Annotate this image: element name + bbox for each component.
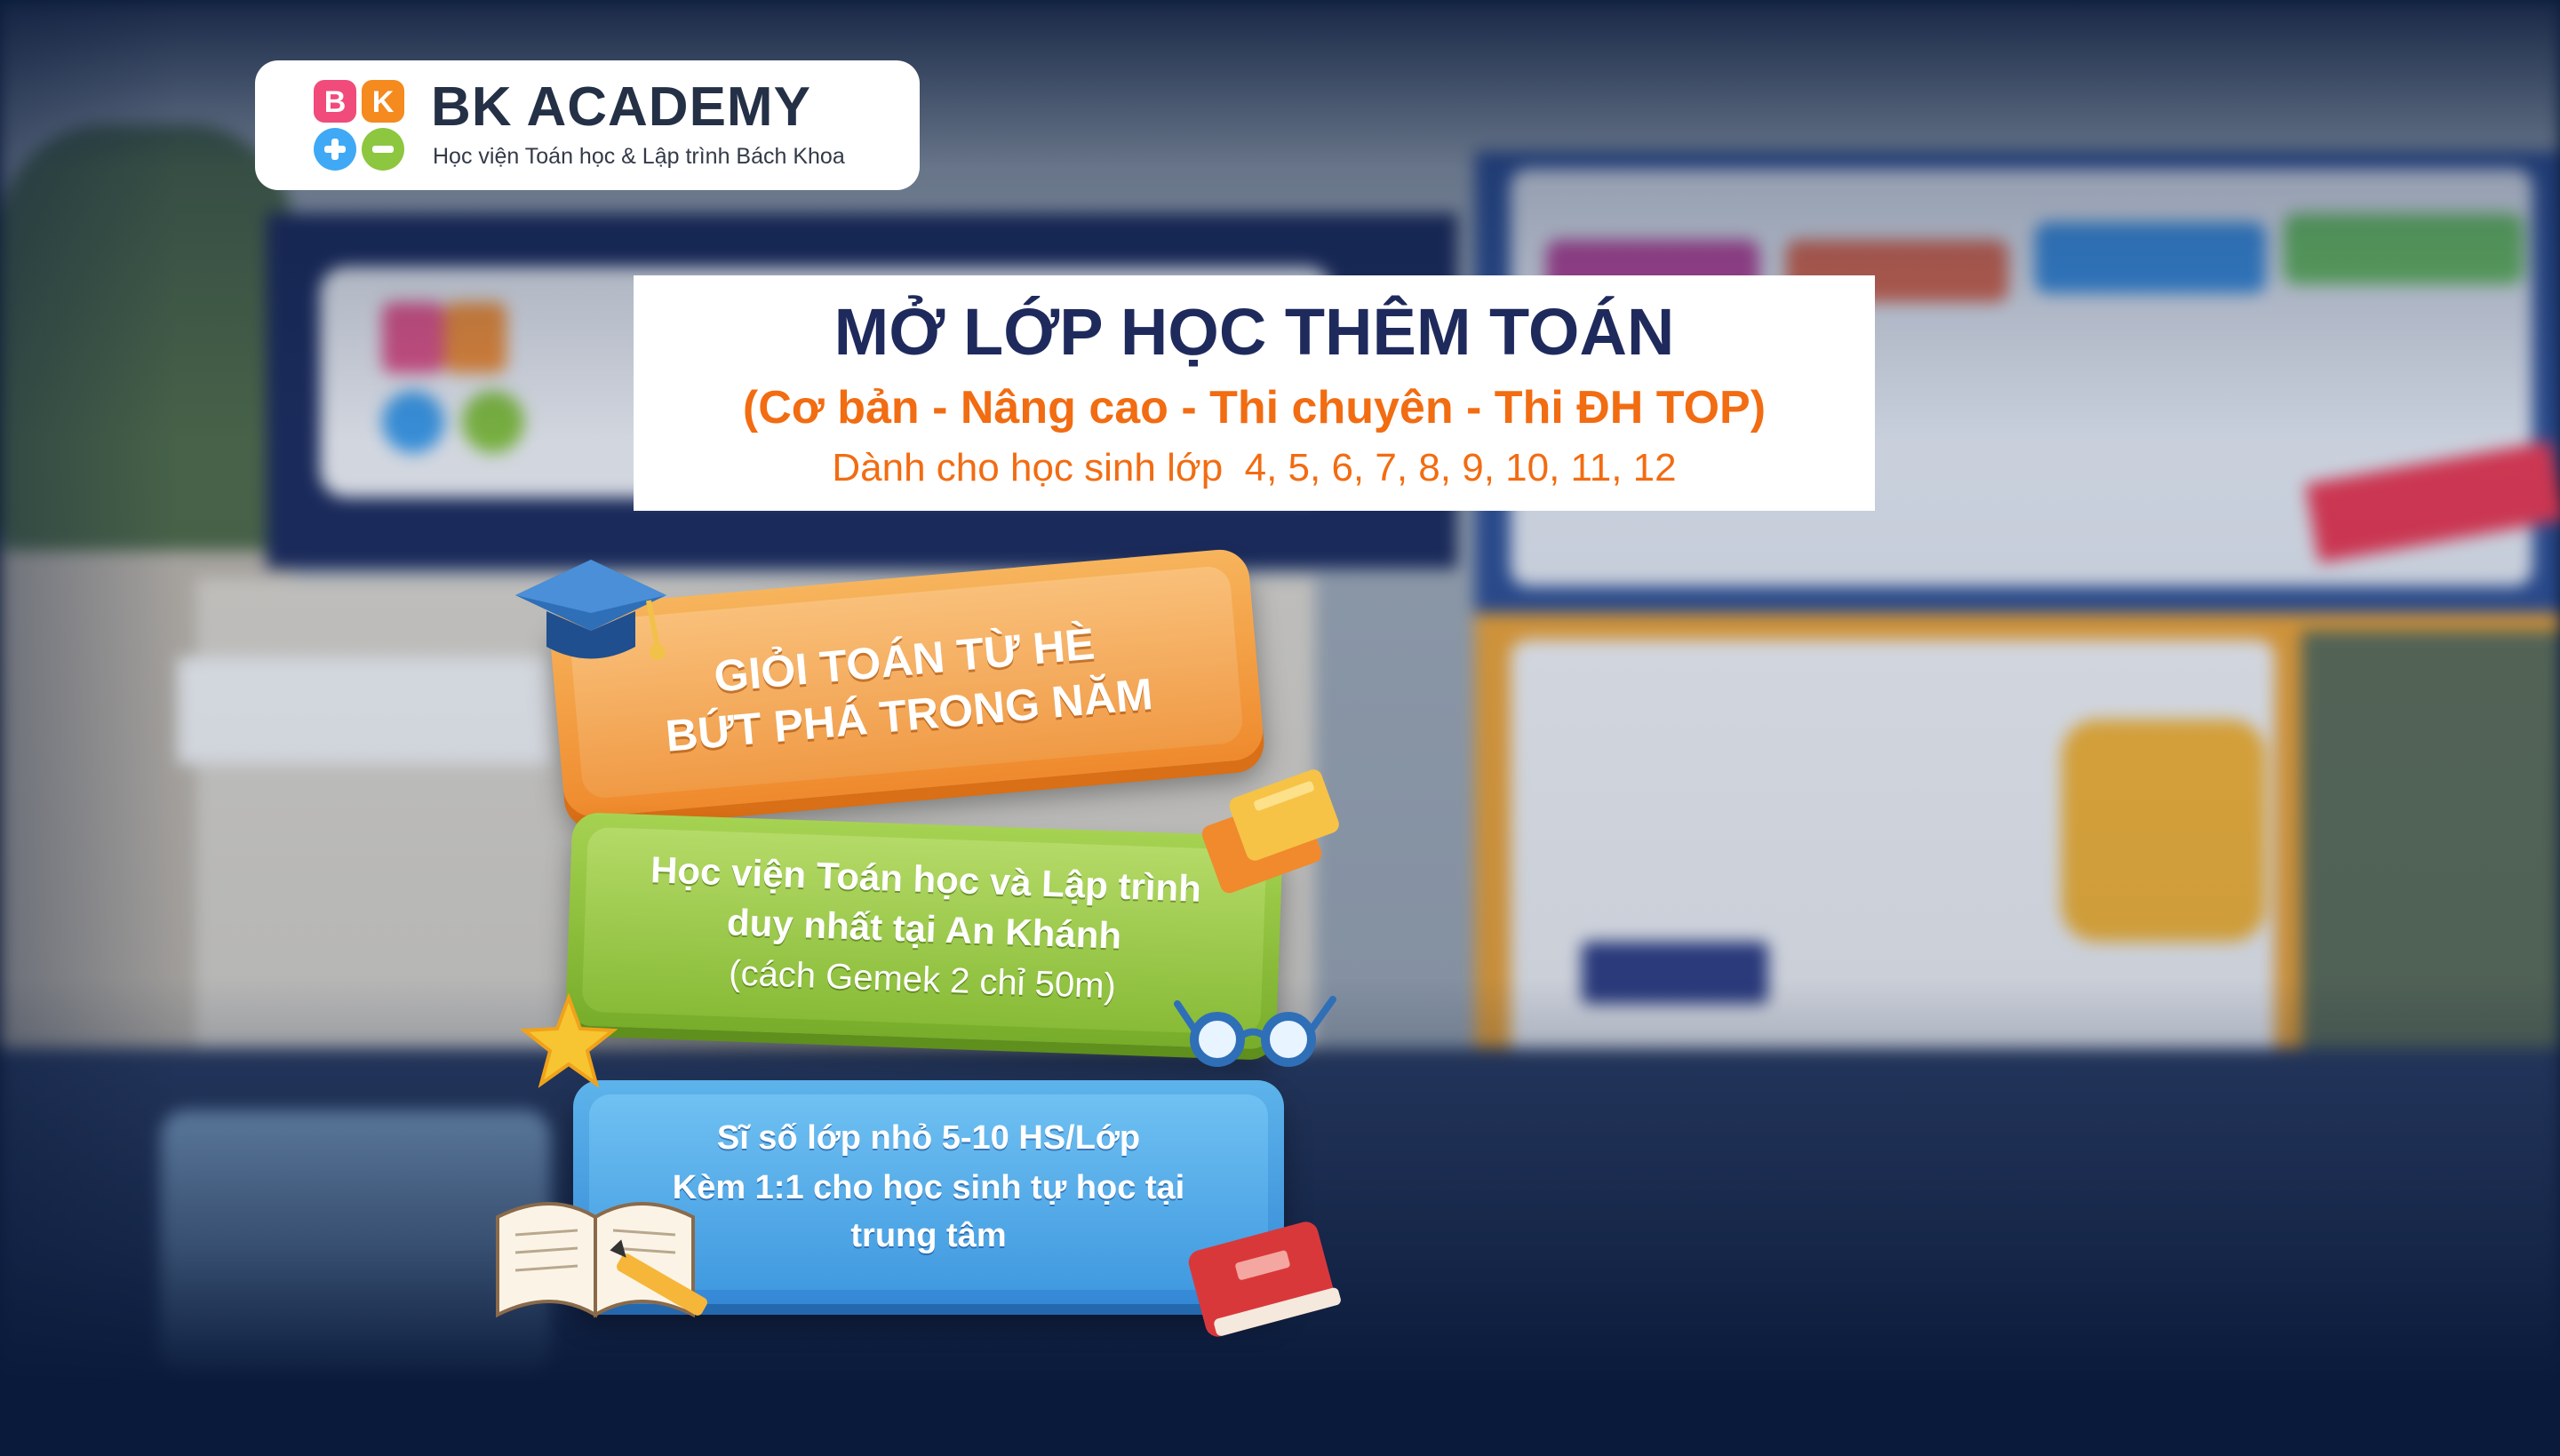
- class-size-line-1: Sĩ số lớp nhỏ 5-10 HS/Lớp: [716, 1119, 1141, 1157]
- bk-academy-logo-icon: B K: [314, 80, 404, 171]
- svg-text:B: B: [324, 85, 347, 119]
- headline-title: MỞ LỚP HỌC THÊM TOÁN: [833, 295, 1675, 369]
- open-book-pencil-icon: [496, 1202, 707, 1318]
- promo-banner: B K BK ACADEMY Học viện Toán học & Lập t…: [0, 0, 2560, 1456]
- headline-grades: Dành cho học sinh lớp 4, 5, 6, 7, 8, 9, …: [832, 446, 1677, 489]
- glasses-icon: [1174, 996, 1336, 1067]
- logo-subtitle: Học viện Toán học & Lập trình Bách Khoa: [433, 144, 845, 169]
- headline-card: MỞ LỚP HỌC THÊM TOÁN (Cơ bản - Nâng cao …: [634, 275, 1875, 511]
- svg-text:K: K: [372, 85, 395, 119]
- graduation-cap-icon: [515, 560, 666, 660]
- logo-title: BK ACADEMY: [431, 76, 811, 138]
- logo-card: B K BK ACADEMY Học viện Toán học & Lập t…: [255, 60, 920, 190]
- headline-levels: (Cơ bản - Nâng cao - Thi chuyên - Thi ĐH…: [742, 382, 1766, 434]
- book-stack-icon: [1201, 769, 1339, 894]
- red-book-icon: [1188, 1221, 1341, 1337]
- star-icon: [520, 993, 618, 1088]
